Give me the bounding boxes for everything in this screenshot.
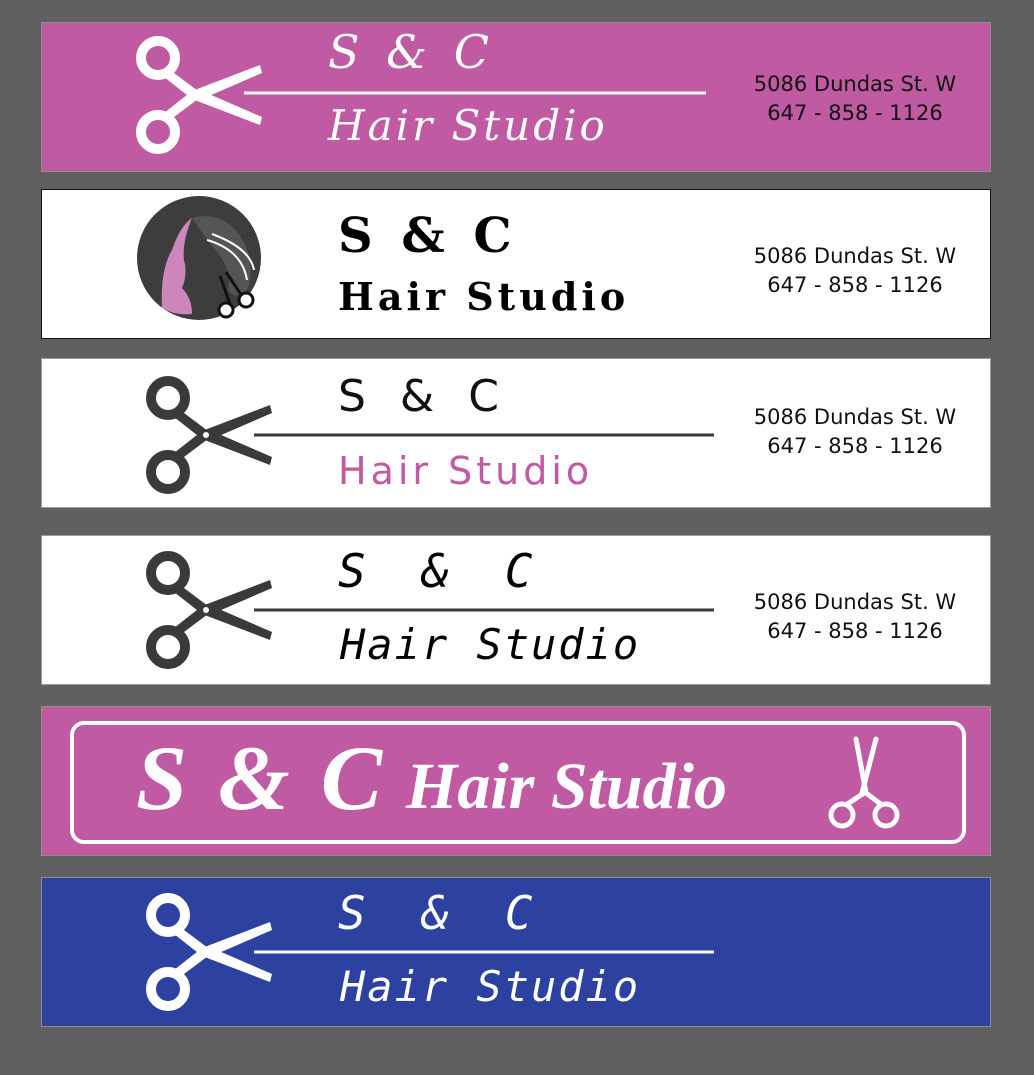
sign-5-title: S & C: [136, 727, 387, 829]
sign-2-subtitle: Hair Studio: [338, 274, 630, 319]
open-scissors-icon: [828, 736, 900, 829]
sign-3-phone: 647 - 858 - 1126: [767, 434, 943, 458]
sign-3-title: S & C: [338, 371, 509, 422]
sign-1: S & C Hair Studio 5086 Dundas St. W 647 …: [41, 22, 991, 172]
sign-6-title: S & C: [338, 886, 547, 940]
sign-1-address: 5086 Dundas St. W: [753, 72, 957, 96]
sign-4-subtitle: Hair Studio: [340, 620, 641, 669]
sign-2-title: S & C: [338, 208, 518, 264]
sign-4-title: S & C: [338, 544, 547, 598]
sign-6-subtitle: Hair Studio: [340, 962, 641, 1011]
sign-2-address: 5086 Dundas St. W: [753, 244, 957, 268]
sign-1-title: S & C: [328, 25, 495, 79]
sign-5: S & C Hair Studio: [41, 706, 991, 856]
sign-4: S & C Hair Studio 5086 Dundas St. W 647 …: [41, 535, 991, 685]
sign-3-subtitle: Hair Studio: [338, 449, 594, 493]
sign-4-address: 5086 Dundas St. W: [753, 590, 957, 614]
sign-3: S & C Hair Studio 5086 Dundas St. W 647 …: [41, 358, 991, 508]
sign-6: S & C Hair Studio: [41, 877, 991, 1027]
sign-3-address: 5086 Dundas St. W: [753, 405, 957, 429]
sign-2: S & C Hair Studio 5086 Dundas St. W 647 …: [41, 189, 991, 339]
sign-4-phone: 647 - 858 - 1126: [767, 619, 943, 643]
sign-5-subtitle: Hair Studio: [406, 750, 727, 823]
sign-2-phone: 647 - 858 - 1126: [767, 273, 943, 297]
sign-1-subtitle: Hair Studio: [328, 101, 608, 150]
sign-1-phone: 647 - 858 - 1126: [767, 101, 943, 125]
